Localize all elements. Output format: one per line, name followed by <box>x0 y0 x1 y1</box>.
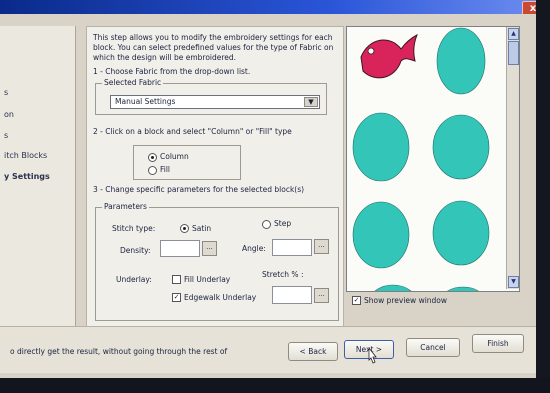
intro-text: block. You can select predefined values … <box>93 43 334 52</box>
step-radio[interactable] <box>262 220 271 229</box>
step3-instruction: 3 - Change specific parameters for the s… <box>93 185 305 194</box>
selected-fabric-group: Selected Fabric Manual Settings ▼ <box>95 78 327 115</box>
selected-fabric-label: Selected Fabric <box>102 78 164 87</box>
nav-item[interactable]: s <box>4 88 8 97</box>
parameters-group: Parameters Stitch type: Satin Step Densi… <box>95 202 339 321</box>
monitor-bezel-bottom <box>0 378 550 393</box>
step2-instruction: 2 - Click on a block and select "Column"… <box>93 127 292 136</box>
stretch-input[interactable] <box>272 286 312 304</box>
step-label: Step <box>274 219 292 228</box>
back-button[interactable]: < Back <box>288 342 338 361</box>
fish-icon <box>360 33 418 79</box>
fill-radio[interactable] <box>148 166 157 175</box>
edgewalk-underlay-checkbox[interactable]: ✓ <box>172 293 181 302</box>
column-label: Column <box>160 152 189 161</box>
intro-text: This step allows you to modify the embro… <box>93 33 333 42</box>
density-input[interactable] <box>160 240 200 257</box>
fill-underlay-label: Fill Underlay <box>184 275 231 284</box>
show-preview-label: Show preview window <box>364 296 448 305</box>
nav-item-stitch-blocks[interactable]: itch Blocks <box>4 151 47 160</box>
scroll-down-button[interactable]: ▼ <box>508 276 519 288</box>
scroll-up-button[interactable]: ▲ <box>508 28 519 40</box>
satin-label: Satin <box>192 224 212 233</box>
edgewalk-underlay-label: Edgewalk Underlay <box>184 293 257 302</box>
fill-underlay-checkbox[interactable] <box>172 275 181 284</box>
monitor-bezel-right <box>536 0 550 393</box>
angle-input[interactable] <box>272 239 312 256</box>
column-radio[interactable] <box>148 153 157 162</box>
stretch-label: Stretch % : <box>262 270 304 279</box>
finish-button[interactable]: Finish <box>472 334 524 353</box>
wizard-steps-nav: s on s itch Blocks y Settings <box>0 26 76 326</box>
fabric-dropdown[interactable]: Manual Settings ▼ <box>110 95 320 109</box>
intro-text: which the design will be embroidered. <box>93 53 237 62</box>
nav-item-settings-current[interactable]: y Settings <box>4 172 50 181</box>
chevron-down-icon[interactable]: ▼ <box>304 97 318 107</box>
footer-hint: o directly get the result, without going… <box>10 347 228 356</box>
satin-radio[interactable] <box>180 224 189 233</box>
density-label: Density: <box>120 246 151 255</box>
block-type-group: Column Fill <box>133 145 241 180</box>
design-preview[interactable] <box>346 26 520 292</box>
preview-canvas <box>352 27 490 291</box>
step1-instruction: 1 - Choose Fabric from the drop-down lis… <box>93 67 251 76</box>
density-more-button[interactable]: ... <box>202 241 217 256</box>
stitch-type-label: Stitch type: <box>112 224 156 233</box>
preview-blob <box>352 201 410 269</box>
underlay-label: Underlay: <box>116 275 152 284</box>
preview-blob <box>432 114 490 180</box>
angle-label: Angle: <box>242 244 266 253</box>
settings-panel: This step allows you to modify the embro… <box>86 26 344 328</box>
preview-blob <box>447 286 479 291</box>
show-preview-checkbox[interactable]: ✓ <box>352 296 361 305</box>
scroll-thumb[interactable] <box>508 41 519 65</box>
nav-item[interactable]: s <box>4 131 8 140</box>
parameters-label: Parameters <box>102 202 149 211</box>
nav-item[interactable]: on <box>4 110 14 119</box>
stretch-more-button[interactable]: ... <box>314 288 329 303</box>
mouse-cursor-icon <box>368 346 377 364</box>
preview-blob <box>432 200 490 266</box>
cancel-button[interactable]: Cancel <box>406 338 460 357</box>
preview-blob <box>436 27 486 95</box>
wizard-footer: o directly get the result, without going… <box>0 326 536 373</box>
preview-blob <box>352 112 410 182</box>
fabric-dropdown-value: Manual Settings <box>115 97 176 106</box>
fill-label: Fill <box>160 165 171 174</box>
preview-blob <box>374 284 412 291</box>
preview-scrollbar[interactable]: ▲ ▼ <box>506 27 519 289</box>
angle-more-button[interactable]: ... <box>314 239 329 254</box>
